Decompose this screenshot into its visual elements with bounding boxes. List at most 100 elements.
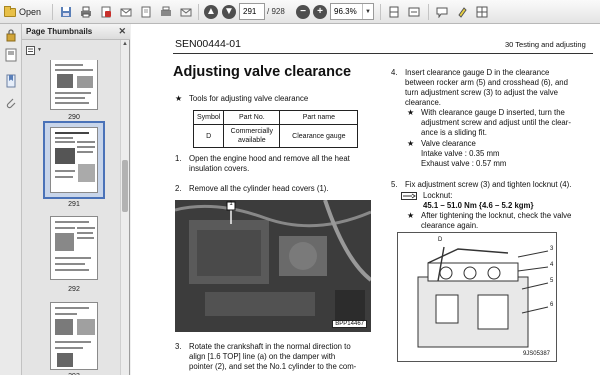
valve-diagram: 3 4 5 6 D 9JS05387 xyxy=(397,232,557,362)
step-text: Remove all the cylinder head covers (1). xyxy=(189,184,329,193)
table-header: Symbol xyxy=(192,110,225,125)
step-text: insulation covers. xyxy=(189,164,250,173)
fit-width-icon xyxy=(408,7,420,17)
star-bullet: ★ xyxy=(175,94,182,103)
note-text: ance is a sliding fit. xyxy=(421,128,487,137)
page-thumbnail[interactable] xyxy=(50,60,98,110)
plus-icon: + xyxy=(313,5,327,19)
diagram-callout: D xyxy=(438,237,443,243)
bookmark-icon[interactable] xyxy=(4,74,18,88)
step-number: 4. xyxy=(391,68,398,77)
wrench-icon xyxy=(401,192,417,200)
diagram-callout: 6 xyxy=(550,302,554,308)
tools-heading: Tools for adjusting valve clearance xyxy=(189,94,309,103)
arrow-down-icon: ▼ xyxy=(222,5,236,19)
close-icon[interactable]: ✕ xyxy=(118,26,126,37)
fit-width-button[interactable] xyxy=(406,4,422,20)
page-thumbnails-icon[interactable] xyxy=(4,48,18,62)
note-text: After tightening the locknut, check the … xyxy=(421,211,572,220)
tools-button[interactable] xyxy=(474,4,490,20)
note-text: With clearance gauge D inserted, turn th… xyxy=(421,108,565,117)
create-pdf-icon[interactable] xyxy=(98,4,114,20)
star-bullet: ★ xyxy=(407,139,414,148)
star-bullet: ★ xyxy=(407,211,414,220)
lock-icon[interactable] xyxy=(4,28,18,42)
thumbnail-options-button[interactable]: ▼ xyxy=(26,44,46,56)
highlight-button[interactable] xyxy=(454,4,470,20)
fit-page-icon xyxy=(389,6,399,18)
scrollbar-thumb[interactable] xyxy=(122,160,128,212)
note-text: adjustment screw and adjust until the cl… xyxy=(421,118,571,127)
toolbar: Open ▲ ▼ 291 / 928 − + 96.3% ▼ xyxy=(0,0,600,24)
arrow-up-icon: ▲ xyxy=(204,5,218,19)
zoom-dropdown-button[interactable]: ▼ xyxy=(362,4,373,19)
table-header: Part No. xyxy=(223,110,281,125)
table-row: D Commercially available Clearance gauge xyxy=(192,124,359,148)
page-thumbnails-panel: Page Thumbnails ✕ ▼ 290 291 292 ▲ xyxy=(22,24,130,375)
step-number: 2. xyxy=(175,184,182,193)
previous-page-button[interactable]: ▲ xyxy=(203,4,219,20)
step-text: between rocker arm (5) and crosshead (6)… xyxy=(405,78,568,87)
zoom-out-button[interactable]: − xyxy=(295,4,311,20)
arrow-up-icon[interactable]: ▲ xyxy=(122,41,128,47)
print-icon[interactable] xyxy=(78,4,94,20)
chevron-down-icon: ▼ xyxy=(365,8,371,15)
folder-icon xyxy=(4,5,16,17)
thumbnail-page-number: 292 xyxy=(68,286,80,293)
page-icon[interactable] xyxy=(138,4,154,20)
star-bullet: ★ xyxy=(407,108,414,117)
note-text: clearance again. xyxy=(421,221,479,230)
diagram-callout: 5 xyxy=(550,278,554,284)
email-send-icon[interactable] xyxy=(178,4,194,20)
chevron-down-icon: ▼ xyxy=(37,47,42,53)
tools-table: Symbol Part No. Part name D Commercially… xyxy=(192,110,359,148)
step-text: clearance. xyxy=(405,98,441,107)
table-cell: D xyxy=(192,124,225,148)
step-number: 1. xyxy=(175,154,182,163)
note-text: Valve clearance xyxy=(421,139,476,148)
engine-photo: 1 BPP14467 xyxy=(175,200,371,332)
page-thumbnail[interactable] xyxy=(50,216,98,280)
comment-icon xyxy=(436,7,448,18)
minus-icon: − xyxy=(296,5,310,19)
pdf-viewer-window: Open ▲ ▼ 291 / 928 − + 96.3% ▼ Page Thum… xyxy=(0,0,600,375)
page-thumbnail[interactable] xyxy=(50,127,98,193)
navigation-rail xyxy=(0,24,22,375)
document-page: SEN00444-01 30 Testing and adjusting Adj… xyxy=(131,24,600,375)
toolbar-divider xyxy=(198,4,199,20)
table-header: Part name xyxy=(279,110,359,125)
locknut-label: Locknut: xyxy=(423,191,453,200)
step-text: Open the engine hood and remove all the … xyxy=(189,154,350,163)
spec-intake: Intake valve : 0.35 mm xyxy=(421,149,500,158)
fit-page-button[interactable] xyxy=(386,4,402,20)
thumbnails-scrollbar[interactable]: ▲ xyxy=(120,40,129,375)
highlighter-icon xyxy=(458,7,467,18)
next-page-button[interactable]: ▼ xyxy=(221,4,237,20)
step-number: 5. xyxy=(391,180,398,189)
email-icon[interactable] xyxy=(118,4,134,20)
save-icon[interactable] xyxy=(58,4,74,20)
page-thumbnail[interactable] xyxy=(50,302,98,370)
diagram-callout: 3 xyxy=(550,246,554,252)
diagram-callout: 4 xyxy=(550,262,554,268)
comment-button[interactable] xyxy=(434,4,450,20)
photo-code: BPP14467 xyxy=(332,320,367,328)
toolbar-divider xyxy=(428,4,429,20)
grid-icon xyxy=(476,6,488,18)
torque-value: 45.1 – 51.0 Nm {4.6 – 5.2 kgm} xyxy=(423,201,534,210)
header-rule xyxy=(173,53,593,54)
toolbar-divider xyxy=(380,4,381,20)
page-number-input[interactable]: 291 xyxy=(239,3,265,20)
zoom-in-button[interactable]: + xyxy=(312,4,328,20)
step-number: 3. xyxy=(175,342,182,351)
attachment-icon[interactable] xyxy=(4,96,18,110)
table-cell: Commercially available xyxy=(223,124,281,148)
photo-callout-label: 1 xyxy=(229,201,233,207)
step-text: pointer (2), and set the No.1 cylinder t… xyxy=(189,362,357,371)
step-text: turn adjustment screw (3) to adjust the … xyxy=(405,88,558,97)
printer-icon[interactable] xyxy=(158,4,174,20)
thumbnail-page-number: 291 xyxy=(68,201,80,208)
section-title: 30 Testing and adjusting xyxy=(505,40,586,49)
step-text: Fix adjustment screw (3) and tighten loc… xyxy=(405,180,572,189)
open-button[interactable]: Open xyxy=(2,4,48,20)
